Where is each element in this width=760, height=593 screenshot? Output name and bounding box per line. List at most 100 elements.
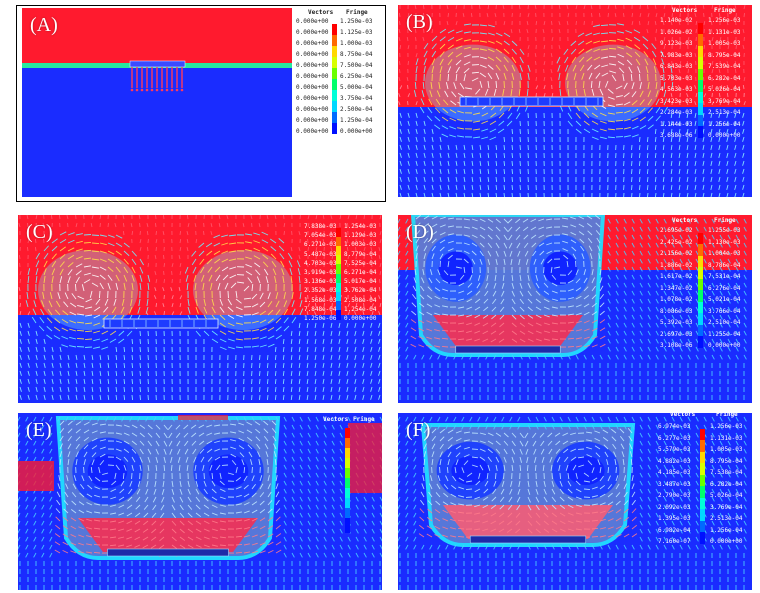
legend-vector-value: 0.000e+00 (296, 95, 329, 102)
legend-fringe-value: 7.531e-04 (708, 273, 741, 280)
legend-vector-value: 0.000e+00 (296, 128, 329, 135)
legend-color-swatch (345, 488, 350, 498)
panel-f-label: (F) (406, 419, 431, 441)
legend-color-swatch (700, 520, 705, 533)
legend-fringe-value: 5.026e-04 (708, 86, 741, 93)
legend-vector-value: 0.000e+00 (296, 106, 329, 113)
legend-vector-value: 4.563e-03 (660, 86, 693, 93)
panel-b-label: (B) (406, 11, 433, 33)
legend-vector-value: 0.000e+00 (296, 51, 329, 58)
legend-fringe-value: 1.131e-03 (710, 434, 743, 442)
panel-d: (D) Vectors Fringe 2.695e-02 1.255e-03 2.425… (398, 215, 752, 403)
legend-color-swatch (332, 34, 337, 46)
panel-a: (A) (22, 8, 292, 197)
legend-color-swatch (345, 508, 350, 518)
legend-vector-value: 6.974e-03 (658, 423, 691, 430)
legend-color-swatch (698, 80, 703, 92)
panel-e-label: (E) (26, 419, 52, 441)
legend-vector-value: 2.697e-03 (660, 330, 693, 338)
legend-color-swatch (345, 438, 350, 448)
legend-fringe-value: 8.795e-04 (710, 457, 743, 465)
legend-fringe-value: 5.000e-04 (340, 84, 373, 91)
legend-fringe-value: 1.250e-04 (340, 117, 373, 124)
legend-color-swatch (698, 336, 703, 348)
legend-vector-value: 4.882e-03 (658, 457, 691, 465)
legend-color-swatch (345, 428, 350, 438)
legend-vector-value: 5.703e-03 (660, 74, 693, 82)
panel-d-legend: Vectors Fringe 2.695e-02 1.255e-03 2.425e-02… (648, 217, 752, 357)
legend-vector-value: 3.688e-06 (660, 132, 693, 139)
legend-vector-value: 6.277e-03 (658, 434, 691, 442)
panel-f: (F) Vectors Fringe 6.974e-03 1.256e-03 6.277… (398, 413, 752, 590)
legend-color-swatch (345, 498, 350, 508)
legend-vector-value: 1.026e-02 (660, 28, 693, 36)
legend-fringe-value: 7.539e-04 (708, 63, 741, 70)
legend-fringe-value: 1.130e-03 (708, 238, 741, 246)
legend-fringe-value: 3.750e-04 (340, 95, 373, 102)
legend-color-swatch (332, 56, 337, 68)
legend-fringe-value: 1.125e-03 (340, 29, 373, 36)
legend-vector-value: 2.156e-02 (660, 250, 693, 257)
legend-fringe-value: 7.500e-04 (340, 62, 373, 69)
legend-color-swatch (332, 111, 337, 123)
legend-color-swatch (700, 474, 705, 487)
legend-fringe-value: 8.750e-04 (340, 51, 373, 58)
legend-fringe-value: 2.513e-04 (708, 109, 741, 116)
panel-b: (B) Vectors Fringe 1.140e-02 1.256e-03 1.026… (398, 5, 752, 197)
legend-fringe-value: 0.000e+00 (708, 132, 741, 139)
legend-color-swatch (345, 448, 350, 458)
legend-fringe-value: 8.786e-04 (708, 261, 741, 269)
legend-vector-value: 2.284e-03 (660, 109, 693, 116)
legend-color-swatch (332, 78, 337, 90)
legend-color-swatch (700, 428, 705, 441)
legend-header-vectors: Vectors (308, 9, 334, 16)
legend-header-vectors: Vectors (672, 217, 698, 224)
legend-vector-value: 7.054e-03 (304, 232, 337, 240)
legend-fringe-value: 1.255e-03 (708, 227, 741, 234)
electrode-plate (469, 535, 587, 544)
legend-header-fringe: Fringe (353, 416, 375, 423)
legend-fringe-value: 3.762e-04 (344, 287, 377, 295)
legend-color-swatch (698, 57, 703, 69)
legend-color-swatch (345, 458, 350, 468)
legend-color-swatch (698, 255, 703, 268)
legend-fringe-value: 5.021e-04 (708, 296, 741, 303)
panel-c-legend: 7.838e-03 1.254e-03 7.054e-03 1.129e-03 6.27… (296, 217, 382, 327)
electrode-plate (103, 318, 219, 329)
legend-color-swatch (698, 301, 703, 314)
legend-fringe-value: 7.525e-04 (344, 259, 377, 267)
panel-f-legend: Vectors Fringe 6.974e-03 1.256e-03 6.277e-03… (650, 413, 752, 559)
legend-color-swatch (698, 278, 703, 291)
legend-color-swatch (332, 122, 337, 134)
legend-fringe-value: 1.254e-04 (344, 305, 377, 313)
legend-vector-value: 1.395e-03 (658, 515, 691, 522)
legend-fringe-value: 6.271e-04 (344, 269, 377, 276)
legend-vector-value: 1.250e-06 (304, 315, 337, 322)
legend-fringe-value: 1.256e-03 (710, 423, 743, 430)
panel-c: (C) 7.838e-03 1.254e-03 7.054e-03 1.129e-03… (18, 215, 382, 403)
legend-color-swatch (698, 45, 703, 58)
legend-fringe-value: 7.538e-04 (710, 469, 743, 476)
legend-header-vectors: Vectors (672, 7, 698, 14)
legend-vector-value: 1.144e-03 (660, 120, 693, 128)
legend-vector-value: 1.347e-02 (660, 284, 693, 292)
legend-header-vectors: Vectors (670, 413, 696, 418)
legend-vector-value: 0.000e+00 (296, 29, 329, 36)
legend-fringe-value: 1.005e-03 (708, 40, 741, 47)
legend-color-swatch (698, 114, 703, 127)
legend-fringe-value: 1.129e-03 (344, 232, 377, 240)
legend-color-swatch (700, 509, 705, 521)
legend-vector-value: 1.140e-02 (660, 17, 693, 24)
legend-vector-value: 6.271e-03 (304, 241, 337, 249)
legend-color-swatch (700, 497, 705, 510)
legend-fringe-value: 1.000e-03 (340, 40, 373, 47)
legend-fringe-value: 6.282e-04 (708, 74, 741, 82)
legend-color-swatch (698, 267, 703, 279)
panel-e: (E) Vectors Fringe (18, 413, 382, 590)
legend-vector-value: 7.983e-03 (660, 51, 693, 59)
legend-fringe-value: 2.500e-04 (340, 106, 373, 113)
legend-color-swatch (700, 451, 705, 464)
legend-vector-value: 3.919e-03 (304, 269, 337, 276)
legend-header-vectors: Vectors (323, 416, 349, 423)
panel-b-legend: Vectors Fringe 1.140e-02 1.256e-03 1.026e-02… (648, 7, 752, 147)
